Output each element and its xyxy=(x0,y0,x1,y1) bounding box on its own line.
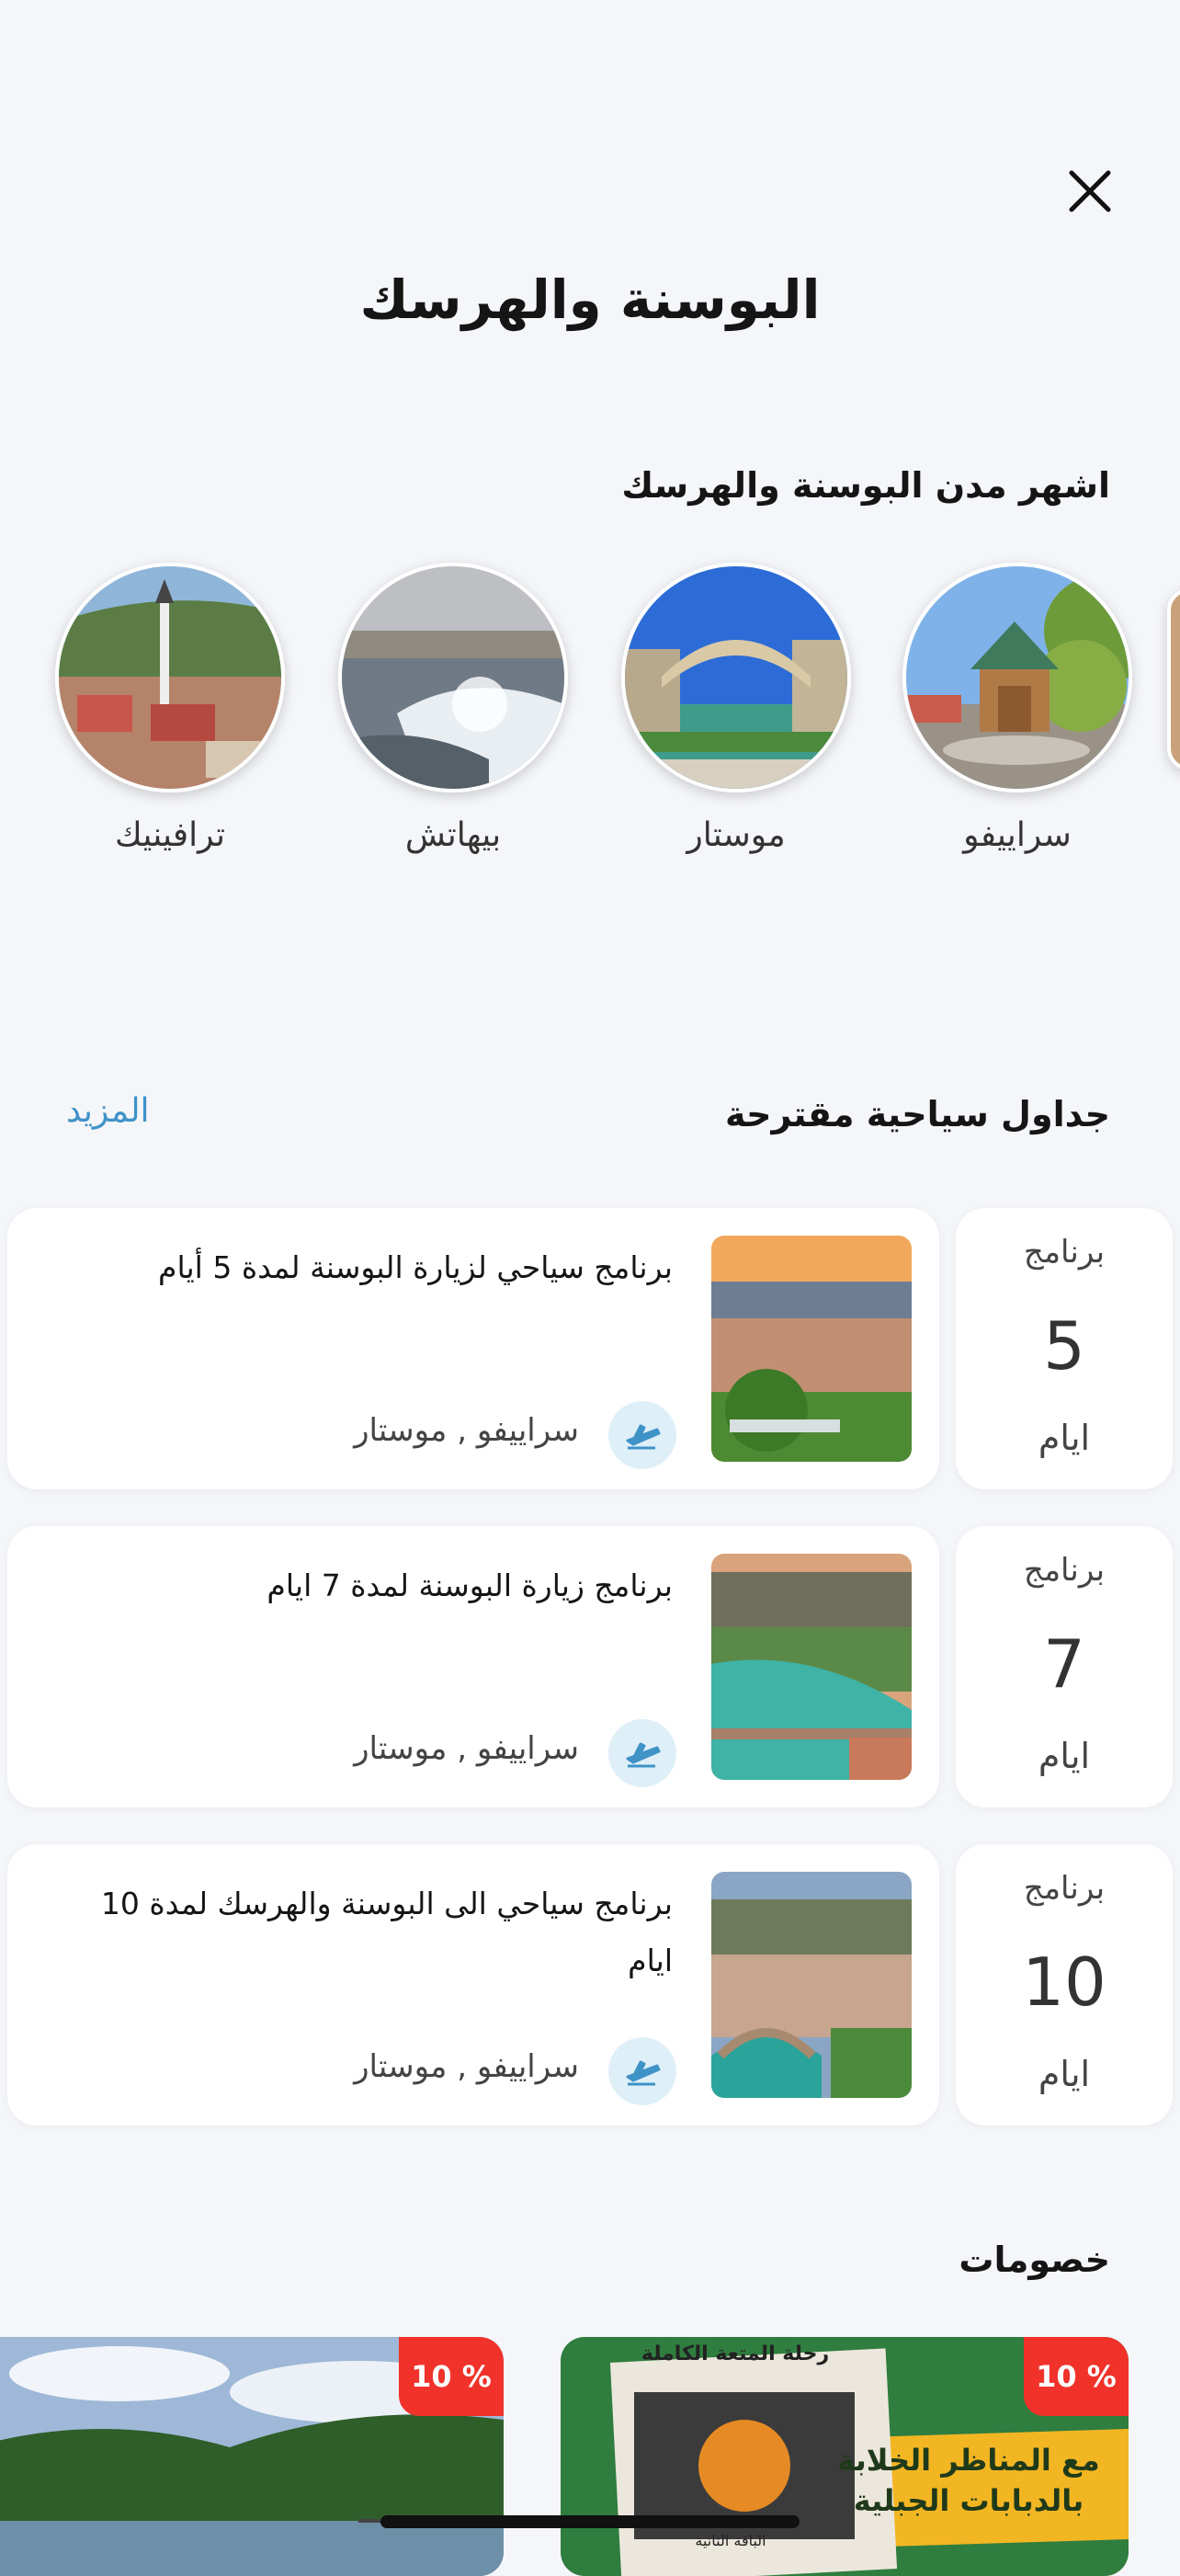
program-card-body[interactable]: برنامج زيارة البوسنة لمدة 7 ايام سراييفو… xyxy=(7,1526,939,1807)
program-title: برنامج زيارة البوسنة لمدة 7 ايام xyxy=(267,1567,673,1603)
plane-icon xyxy=(608,1401,676,1469)
program-card[interactable]: برنامج زيارة البوسنة لمدة 7 ايام سراييفو… xyxy=(0,1526,1180,1809)
days-number: 10 xyxy=(1022,1943,1106,2021)
program-card-body[interactable]: برنامج سياحي لزيارة البوسنة لمدة 5 أيام … xyxy=(7,1208,939,1489)
program-card[interactable]: برنامج سياحي الى البوسنة والهرسك لمدة 10… xyxy=(0,1844,1180,2127)
schedules-section-title: جداول سياحية مقترحة xyxy=(725,1094,1110,1134)
days-label-top: برنامج xyxy=(1023,1234,1106,1271)
days-number: 5 xyxy=(1043,1307,1085,1385)
city-image xyxy=(338,563,568,792)
cities-section-title: اشهر مدن البوسنة والهرسك xyxy=(621,465,1110,506)
promo-banner-top: رحلة المتعة الكاملة xyxy=(641,2342,830,2365)
program-cities: سراييفو , موستار xyxy=(354,1730,579,1767)
close-button[interactable] xyxy=(1057,158,1123,224)
program-card-body[interactable]: برنامج سياحي الى البوسنة والهرسك لمدة 10… xyxy=(7,1844,939,2126)
program-cities: سراييفو , موستار xyxy=(354,1412,579,1449)
home-indicator[interactable] xyxy=(380,2515,800,2528)
city-item-partial[interactable] xyxy=(1167,588,1180,770)
discounts-section-title: خصومات xyxy=(959,2240,1110,2280)
program-days: برنامج 5 ايام xyxy=(956,1208,1173,1489)
program-title: برنامج سياحي لزيارة البوسنة لمدة 5 أيام xyxy=(158,1249,673,1285)
promo-banner-small: الباقة الثانية xyxy=(695,2532,766,2549)
days-label-bottom: ايام xyxy=(1038,1736,1091,1776)
city-item-bihac[interactable]: بيهاتش xyxy=(338,563,568,854)
city-item-mostar[interactable]: موستار xyxy=(621,563,851,854)
days-number: 7 xyxy=(1043,1625,1085,1703)
city-image xyxy=(55,563,285,792)
more-link[interactable]: المزيد xyxy=(66,1092,150,1130)
promo-banner-line1: مع المناظر الخلابة xyxy=(837,2443,1100,2478)
program-card[interactable]: برنامج سياحي لزيارة البوسنة لمدة 5 أيام … xyxy=(0,1208,1180,1491)
program-image xyxy=(711,1554,912,1780)
plane-icon xyxy=(608,2037,676,2105)
city-item-travnik[interactable]: ترافينيك xyxy=(55,563,285,854)
promo-card[interactable]: 10 % xyxy=(0,2337,504,2576)
promo-card[interactable]: رحلة المتعة الكاملة الباقة الثانية مع ال… xyxy=(561,2337,1129,2576)
program-title: برنامج سياحي الى البوسنة والهرسك لمدة 10… xyxy=(100,1886,673,1978)
city-label: ترافينيك xyxy=(114,816,226,854)
program-image xyxy=(711,1236,912,1462)
plane-icon xyxy=(608,1719,676,1787)
page-title: البوسنة والهرسك xyxy=(359,268,821,331)
city-label: بيهاتش xyxy=(404,816,502,854)
promo-banner-line2: بالدبابات الجبلية xyxy=(853,2483,1084,2518)
discount-badge: 10 % xyxy=(399,2337,504,2416)
program-cities: سراييفو , موستار xyxy=(354,2048,579,2085)
program-days: برنامج 10 ايام xyxy=(956,1844,1173,2126)
program-image xyxy=(711,1872,912,2098)
days-label-top: برنامج xyxy=(1023,1870,1106,1907)
city-label: سراييفو xyxy=(963,816,1072,854)
days-label-top: برنامج xyxy=(1023,1552,1106,1589)
discount-badge: 10 % xyxy=(1024,2337,1129,2416)
days-label-bottom: ايام xyxy=(1038,1418,1091,1458)
days-label-bottom: ايام xyxy=(1038,2054,1091,2094)
city-label: موستار xyxy=(686,816,786,854)
program-days: برنامج 7 ايام xyxy=(956,1526,1173,1807)
city-item-sarajevo[interactable]: سراييفو xyxy=(902,563,1132,854)
city-image xyxy=(621,563,851,792)
close-icon xyxy=(1069,170,1111,212)
city-image xyxy=(902,563,1132,792)
